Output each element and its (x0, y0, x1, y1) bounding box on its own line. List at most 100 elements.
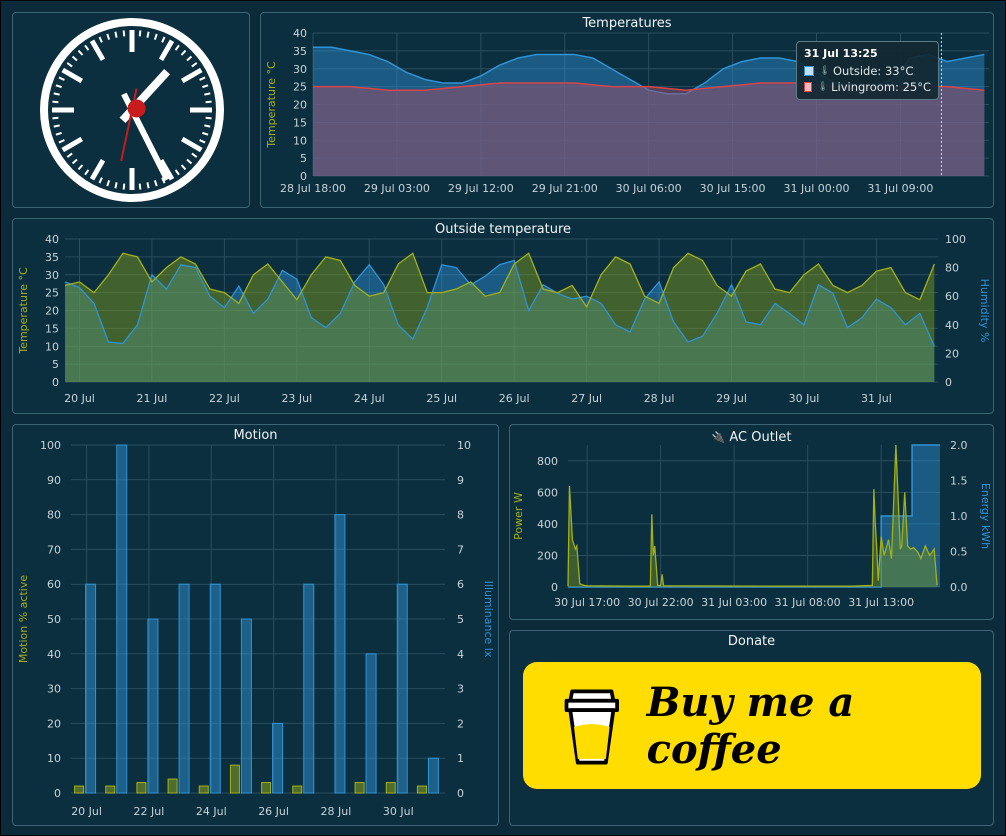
bar-motion (167, 778, 178, 794)
y-right-tick-label: 2.0 (950, 439, 968, 452)
minute-tick (122, 30, 126, 37)
y-right-tick-label: 1 (457, 752, 464, 765)
temperatures-tooltip: 31 Jul 13:25 🌡 Outside: 33°C 🌡 Livingroo… (796, 41, 939, 100)
y-left-tick-label: 60 (47, 578, 61, 591)
y-left-axis-label: Motion % active (17, 575, 30, 663)
x-tick-label: 30 Jul 06:00 (616, 182, 682, 195)
bar-motion (198, 785, 209, 794)
buy-me-a-coffee-button[interactable]: Buy me a coffee (523, 662, 981, 789)
y-left-tick-label: 80 (47, 509, 61, 522)
y-right-tick-label: 60 (945, 290, 959, 303)
y-right-tick-label: 2 (457, 717, 464, 730)
x-tick-label: 26 Jul (499, 392, 530, 405)
y-left-tick-label: 40 (45, 233, 59, 246)
y-right-tick-label: 40 (945, 319, 959, 332)
x-tick-label: 28 Jul (321, 805, 352, 818)
y-left-tick-label: 0 (52, 376, 59, 389)
bar-motion (74, 785, 85, 794)
outside-swatch (804, 66, 814, 76)
y-right-tick-label: 5 (457, 613, 464, 626)
y-right-tick-label: 4 (457, 648, 464, 661)
tooltip-livingroom-text: Livingroom: 25°C (831, 80, 931, 94)
donate-title: Donate (727, 634, 776, 649)
y-left-tick-label: 600 (537, 486, 558, 499)
y-left-tick-label: 70 (47, 543, 61, 556)
x-tick-label: 22 Jul (134, 805, 165, 818)
y-left-axis-label: Power W (512, 492, 525, 540)
y-right-tick-label: 80 (945, 262, 959, 275)
x-tick-label: 26 Jul (258, 805, 289, 818)
y-tick-label: 5 (300, 152, 307, 165)
bar-illuminance (427, 757, 439, 794)
y-right-tick-label: 0 (945, 376, 952, 389)
y-left-axis-label: Temperature °C (17, 267, 30, 355)
bar-illuminance (85, 583, 97, 794)
bar-motion (105, 785, 116, 794)
x-tick-label: 31 Jul 13:00 (848, 596, 914, 609)
minute-tick (205, 100, 212, 104)
y-right-axis-label: Illuminance lx (482, 581, 495, 658)
x-tick-label: 31 Jul 09:00 (867, 182, 933, 195)
x-tick-label: 29 Jul (716, 392, 747, 405)
bar-motion (385, 782, 396, 794)
bar-illuminance (147, 618, 159, 794)
x-tick-label: 31 Jul 08:00 (775, 596, 841, 609)
x-tick-label: 31 Jul (861, 392, 892, 405)
x-tick-label: 31 Jul 03:00 (701, 596, 767, 609)
y-tick-label: 30 (293, 63, 307, 76)
y-left-tick-label: 50 (47, 613, 61, 626)
tooltip-outside-text: Outside: 33°C (833, 64, 914, 78)
minute-tick (138, 183, 142, 190)
bar-motion (416, 785, 427, 794)
bar-motion (261, 782, 272, 794)
y-left-tick-label: 15 (45, 322, 59, 335)
y-tick-label: 25 (293, 81, 307, 94)
y-right-tick-label: 6 (457, 578, 464, 591)
y-left-tick-label: 10 (47, 752, 61, 765)
y-left-tick-label: 800 (537, 455, 558, 468)
tooltip-row-outside: 🌡 Outside: 33°C (804, 64, 931, 78)
y-right-tick-label: 8 (457, 509, 464, 522)
y-right-tick-label: 7 (457, 543, 464, 556)
outlet-panel: 🔌 AC Outlet 0 200 400 600 800 0.0 0.5 1.0 1.5 2.0… (509, 424, 994, 620)
motion-panel: Motion 0 10 20 30 40 50 60 70 80 90 100 0 1 2 3 4 5 6 7 8 9 1… (12, 424, 499, 826)
bar-illuminance (365, 653, 377, 794)
bar-illuminance (209, 583, 221, 794)
tooltip-title: 31 Jul 13:25 (804, 47, 878, 60)
outside-chart[interactable]: 0 5 10 15 20 25 30 35 40 0 20 40 60 80 100 20 Jul 21 Jul… (13, 219, 994, 414)
minute-tick (53, 124, 60, 128)
coffee-button-label: Buy me a coffee (646, 678, 855, 773)
y-tick-label: 40 (293, 27, 307, 40)
thermometer-icon: 🌡 (819, 66, 831, 76)
minute-tick (205, 116, 212, 120)
y-left-tick-label: 20 (45, 305, 59, 318)
y-right-tick-label: 10 (457, 439, 471, 452)
bar-motion (229, 764, 240, 794)
x-tick-label: 27 Jul (571, 392, 602, 405)
y-left-tick-label: 0 (54, 787, 61, 800)
minute-tick (146, 31, 150, 38)
y-left-tick-label: 100 (40, 439, 61, 452)
x-tick-label: 24 Jul (196, 805, 227, 818)
y-left-tick-label: 35 (45, 251, 59, 264)
x-tick-label: 24 Jul (354, 392, 385, 405)
x-tick-label: 20 Jul (64, 392, 95, 405)
x-tick-label: 29 Jul 03:00 (364, 182, 430, 195)
y-left-tick-label: 25 (45, 287, 59, 300)
x-tick-label: 23 Jul (281, 392, 312, 405)
x-tick-label: 29 Jul 21:00 (532, 182, 598, 195)
bar-motion (292, 785, 303, 794)
minute-tick (53, 92, 60, 96)
y-left-tick-label: 40 (47, 648, 61, 661)
outside-panel: Outside temperature 0 5 10 15 20 25 30 35 40 0 20 4… (12, 218, 994, 414)
minute-tick (52, 116, 59, 120)
motion-chart[interactable]: 0 10 20 30 40 50 60 70 80 90 100 0 1 2 3 4 5 6 7 8 9 10 20 Jul… (13, 425, 499, 826)
outlet-chart[interactable]: 0 200 400 600 800 0.0 0.5 1.0 1.5 2.0 30 Jul 17:00… (510, 425, 994, 620)
y-left-tick-label: 30 (47, 683, 61, 696)
y-right-tick-label: 1.5 (950, 475, 968, 488)
y-tick-label: 35 (293, 45, 307, 58)
x-tick-label: 30 Jul 22:00 (628, 596, 694, 609)
minute-tick (146, 182, 150, 189)
y-right-tick-label: 100 (945, 233, 966, 246)
y-left-tick-label: 30 (45, 269, 59, 282)
